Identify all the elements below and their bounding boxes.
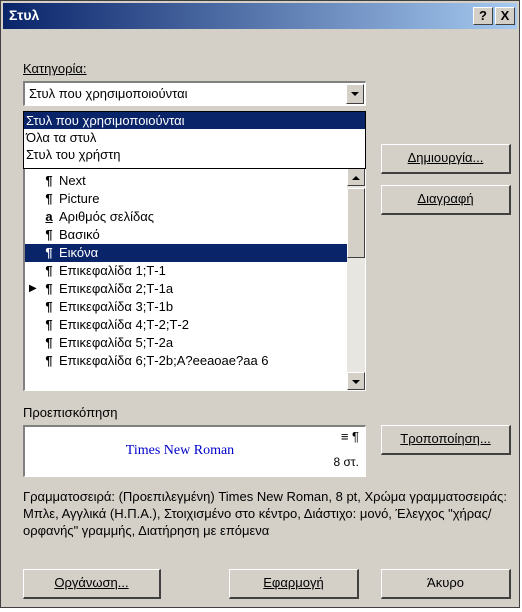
styles-list-items: ¶ Next ¶ Picture a Αριθμός σελίδας ¶ Βασικό ¶ Εικ… [25, 172, 347, 390]
paragraph-style-icon: ¶ [45, 335, 53, 350]
organizer-button[interactable]: Οργάνωση... [23, 569, 161, 599]
styles-dialog: Στυλ ? X Κατηγορία: Στυλ που χρησιμοποιο… [0, 0, 520, 608]
style-name: Εικόνα [59, 245, 99, 260]
paragraph-style-icon: ¶ [45, 281, 53, 296]
style-list-item[interactable]: ▶ ¶ Επικεφαλίδα 2;Τ-1a [25, 280, 347, 298]
styles-list[interactable]: ¶ Next ¶ Picture a Αριθμός σελίδας ¶ Βασικό ¶ Εικ… [23, 166, 366, 391]
style-list-item[interactable]: ¶ Επικεφαλίδα 6;Τ-2b;A?eeaoae?aa 6 [25, 352, 347, 370]
style-list-item[interactable]: ¶ Picture [25, 190, 347, 208]
style-name: Next [59, 173, 86, 188]
category-option[interactable]: Όλα τα στυλ [24, 129, 365, 146]
cancel-button[interactable]: Άκυρο [381, 569, 511, 599]
paragraph-style-icon: ¶ [45, 299, 53, 314]
category-dropdown-list: Στυλ που χρησιμοποιούνται Όλα τα στυλ Στ… [23, 111, 366, 169]
preview-box: Times New Roman ≡ ¶ 8 στ. [23, 425, 366, 477]
style-name: Βασικό [59, 227, 100, 242]
preview-sample: Times New Roman [125, 443, 235, 458]
paragraph-style-icon: ¶ [45, 317, 53, 332]
category-option[interactable]: Στυλ του χρήστη [24, 146, 365, 163]
scroll-down-icon[interactable] [347, 372, 365, 390]
style-list-item[interactable]: ¶ Επικεφαλίδα 4;Τ-2;Τ-2 [25, 316, 347, 334]
style-name: Επικεφαλίδα 1;Τ-1 [59, 263, 166, 278]
style-list-item[interactable]: ¶ Βασικό [25, 226, 347, 244]
apply-button[interactable]: Εφαρμογή [229, 569, 359, 599]
style-list-item[interactable]: ¶ Εικόνα [25, 244, 347, 262]
close-button[interactable]: X [495, 7, 515, 25]
style-name: Αριθμός σελίδας [59, 209, 155, 224]
paragraph-align-icon: ≡ ¶ [340, 429, 359, 444]
category-option[interactable]: Στυλ που χρησιμοποιούνται [24, 112, 365, 129]
style-name: Επικεφαλίδα 3;Τ-1b [59, 299, 174, 314]
paragraph-style-icon: ¶ [45, 353, 53, 368]
window-title: Στυλ [9, 7, 40, 23]
title-bar: Στυλ ? X [3, 3, 517, 29]
preview-size: 8 στ. [333, 455, 360, 469]
new-style-button[interactable]: Δημιουργία... [381, 144, 511, 174]
style-list-item[interactable]: ¶ Επικεφαλίδα 3;Τ-1b [25, 298, 347, 316]
style-list-item[interactable]: ¶ Επικεφαλίδα 5;Τ-2a [25, 334, 347, 352]
style-name: Επικεφαλίδα 5;Τ-2a [59, 335, 174, 350]
current-style-arrow-icon: ▶ [29, 283, 37, 294]
paragraph-style-icon: ¶ [45, 173, 53, 188]
paragraph-style-icon: ¶ [45, 191, 53, 206]
styles-scrollbar[interactable] [347, 168, 365, 390]
category-combo[interactable]: Στυλ που χρησιμοποιούνται [23, 81, 366, 106]
preview-label: Προεπισκόπηση [23, 405, 118, 420]
style-description: Γραμματοσειρά: (Προεπιλεγμένη) Times New… [23, 489, 507, 538]
scroll-thumb[interactable] [347, 188, 365, 258]
delete-style-button[interactable]: Διαγραφή [381, 185, 511, 215]
style-name: Επικεφαλίδα 4;Τ-2;Τ-2 [59, 317, 189, 332]
modify-button[interactable]: Τροποποίηση... [381, 425, 511, 455]
chevron-down-icon[interactable] [346, 84, 364, 104]
style-name: Επικεφαλίδα 2;Τ-1a [59, 281, 174, 296]
category-value: Στυλ που χρησιμοποιούνται [29, 86, 188, 101]
style-list-item[interactable]: ¶ Next [25, 172, 347, 190]
style-name: Επικεφαλίδα 6;Τ-2b;A?eeaoae?aa 6 [59, 353, 269, 368]
paragraph-style-icon: ¶ [45, 245, 53, 260]
style-list-item[interactable]: ¶ Επικεφαλίδα 1;Τ-1 [25, 262, 347, 280]
scroll-up-icon[interactable] [347, 168, 365, 186]
character-style-icon: a [45, 209, 53, 224]
paragraph-style-icon: ¶ [45, 227, 53, 242]
category-label: Κατηγορία: [23, 61, 87, 76]
help-button[interactable]: ? [473, 7, 493, 25]
style-list-item[interactable]: a Αριθμός σελίδας [25, 208, 347, 226]
paragraph-style-icon: ¶ [45, 263, 53, 278]
style-name: Picture [59, 191, 100, 206]
